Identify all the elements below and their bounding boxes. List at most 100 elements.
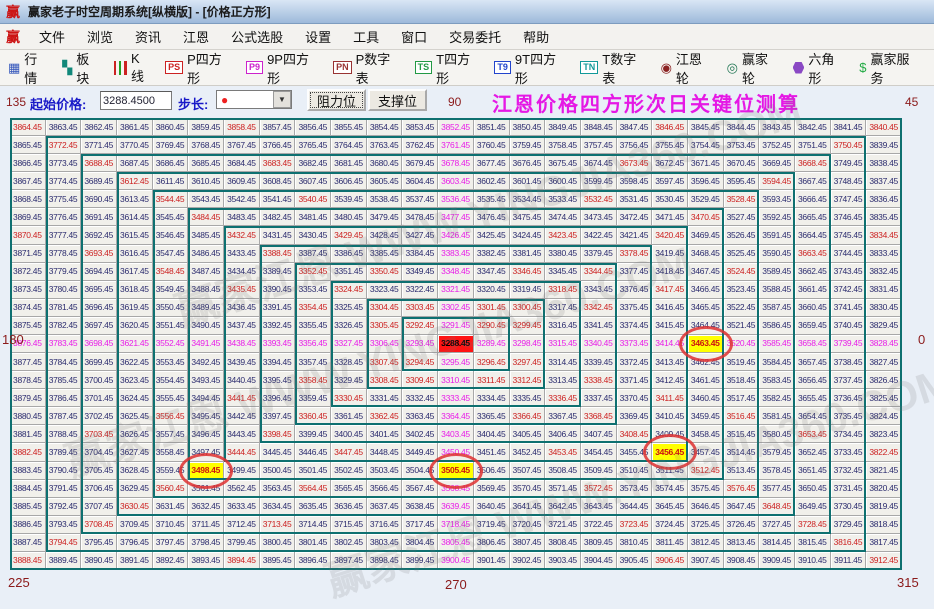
gann-cell: 3335.45	[510, 389, 546, 407]
step-dropdown[interactable]: ● ▼	[216, 90, 292, 109]
toolbar-button[interactable]: PSP四方形	[165, 49, 233, 87]
menu-item[interactable]: 浏览	[87, 27, 113, 46]
gann-cell: 3438.45	[224, 335, 260, 353]
start-price-input[interactable]	[100, 91, 172, 110]
toolbar-button[interactable]: TNT数字表	[580, 49, 647, 87]
gann-cell: 3718.45	[438, 516, 474, 534]
gann-cell: 3537.45	[402, 190, 438, 208]
gann-cell: 3640.45	[474, 498, 510, 516]
gann-cell: 3515.45	[724, 425, 760, 443]
gann-cell: 3891.45	[117, 552, 153, 570]
gann-cell: 3382.45	[474, 245, 510, 263]
gann-cell: 3867.45	[10, 172, 46, 190]
gann-cell: 3460.45	[688, 389, 724, 407]
toolbar-button[interactable]: ▦行情	[8, 49, 49, 87]
gann-cell: 3847.45	[617, 118, 653, 136]
gann-cell: 3594.45	[759, 172, 795, 190]
toolbar-button[interactable]: P99P四方形	[246, 49, 320, 87]
gann-cell: 3749.45	[831, 154, 867, 172]
gann-cell: 3712.45	[224, 516, 260, 534]
menu-bar: 赢 文件 浏览 资讯 江恩 公式选股 设置 工具 窗口 交易委托 帮助	[0, 24, 934, 50]
toolbar-button[interactable]: PNP数字表	[333, 49, 401, 87]
menu-item[interactable]: 资讯	[135, 27, 161, 46]
support-button[interactable]: 支撑位	[368, 89, 427, 111]
gann-cell: 3854.45	[367, 118, 403, 136]
menu-item[interactable]: 帮助	[523, 27, 549, 46]
gann-cell: 3708.45	[81, 516, 117, 534]
gann-cell: 3634.45	[260, 498, 296, 516]
gann-cell: 3379.45	[581, 245, 617, 263]
angle-label-0: 0	[918, 332, 925, 347]
menu-item[interactable]: 文件	[39, 27, 65, 46]
gann-cell: 3912.45	[866, 552, 902, 570]
gann-cell: 3799.45	[224, 534, 260, 552]
gann-cell: 3791.45	[46, 480, 82, 498]
gann-cell: 3570.45	[510, 480, 546, 498]
gann-cell: 3504.45	[402, 462, 438, 480]
gann-cell: 3829.45	[866, 317, 902, 335]
toolbar-button[interactable]: 六角形	[793, 49, 847, 87]
gann-cell: 3567.45	[402, 480, 438, 498]
toolbar-button[interactable]: $赢家服务	[859, 49, 921, 87]
gann-cell: 3737.45	[831, 371, 867, 389]
gann-cell: 3887.45	[10, 534, 46, 552]
gann-cell: 3696.45	[81, 299, 117, 317]
gann-cell: 3905.45	[617, 552, 653, 570]
toolbar-button[interactable]: ◎赢家轮	[727, 49, 780, 87]
menu-item[interactable]: 交易委托	[449, 27, 501, 46]
menu-item[interactable]: 窗口	[401, 27, 427, 46]
gann-cell: 3715.45	[331, 516, 367, 534]
gann-cell: 3602.45	[474, 172, 510, 190]
angle-label-180: 180	[2, 332, 24, 347]
gann-cell: 3484.45	[188, 208, 224, 226]
gann-grid: 3864.453863.453862.453861.453860.453859.…	[10, 118, 902, 570]
gann-cell: 3744.45	[831, 245, 867, 263]
gann-cell: 3296.45	[474, 353, 510, 371]
gann-cell: 3564.45	[295, 480, 331, 498]
menu-item[interactable]: 设置	[305, 27, 331, 46]
gann-cell: 3557.45	[153, 425, 189, 443]
gann-cell: 3838.45	[866, 154, 902, 172]
gann-cell: 3290.45	[474, 317, 510, 335]
menu-item[interactable]: 工具	[353, 27, 379, 46]
gann-cell: 3472.45	[617, 208, 653, 226]
toolbar-button[interactable]: T99T四方形	[494, 49, 567, 87]
gann-cell: 3443.45	[224, 425, 260, 443]
gann-cell: 3508.45	[545, 462, 581, 480]
chevron-down-icon[interactable]: ▼	[273, 91, 291, 108]
gann-cell: 3615.45	[117, 226, 153, 244]
gann-cell: 3618.45	[117, 281, 153, 299]
menu-logo-icon: 赢	[6, 27, 20, 47]
gann-cell: 3783.45	[46, 335, 82, 353]
toolbar-button[interactable]: ◉江恩轮	[661, 49, 714, 87]
gann-cell: 3889.45	[46, 552, 82, 570]
menu-item[interactable]: 公式选股	[231, 27, 283, 46]
gann-cell: 3406.45	[545, 425, 581, 443]
gann-cell: 3813.45	[724, 534, 760, 552]
gann-cell: 3541.45	[260, 190, 296, 208]
hexagon-icon	[793, 62, 805, 74]
gann-cell: 3724.45	[652, 516, 688, 534]
toolbar-button[interactable]: TST四方形	[415, 49, 482, 87]
gann-cell: 3624.45	[117, 389, 153, 407]
gann-cell: 3909.45	[759, 552, 795, 570]
gann-cell: 3595.45	[724, 172, 760, 190]
gann-cell: 3337.45	[581, 389, 617, 407]
winner-wheel-icon: ◎	[727, 61, 738, 74]
angle-label-90: 90	[448, 95, 461, 109]
gann-cell: 3489.45	[188, 299, 224, 317]
gann-cell: 3452.45	[510, 443, 546, 461]
gann-cell: 3384.45	[402, 245, 438, 263]
gann-cell: 3894.45	[224, 552, 260, 570]
toolbar-button[interactable]: ▚板块	[62, 49, 101, 87]
menu-item[interactable]: 江恩	[183, 27, 209, 46]
gann-cell: 3763.45	[367, 136, 403, 154]
gann-cell: 3853.45	[402, 118, 438, 136]
gann-cell: 3424.45	[510, 226, 546, 244]
gann-cell: 3370.45	[617, 389, 653, 407]
gann-cell: 3716.45	[367, 516, 403, 534]
toolbar-button[interactable]: K线	[114, 51, 152, 85]
resistance-button[interactable]: 阻力位	[307, 89, 366, 111]
gann-cell: 3775.45	[46, 190, 82, 208]
gann-cell: 3304.45	[367, 299, 403, 317]
